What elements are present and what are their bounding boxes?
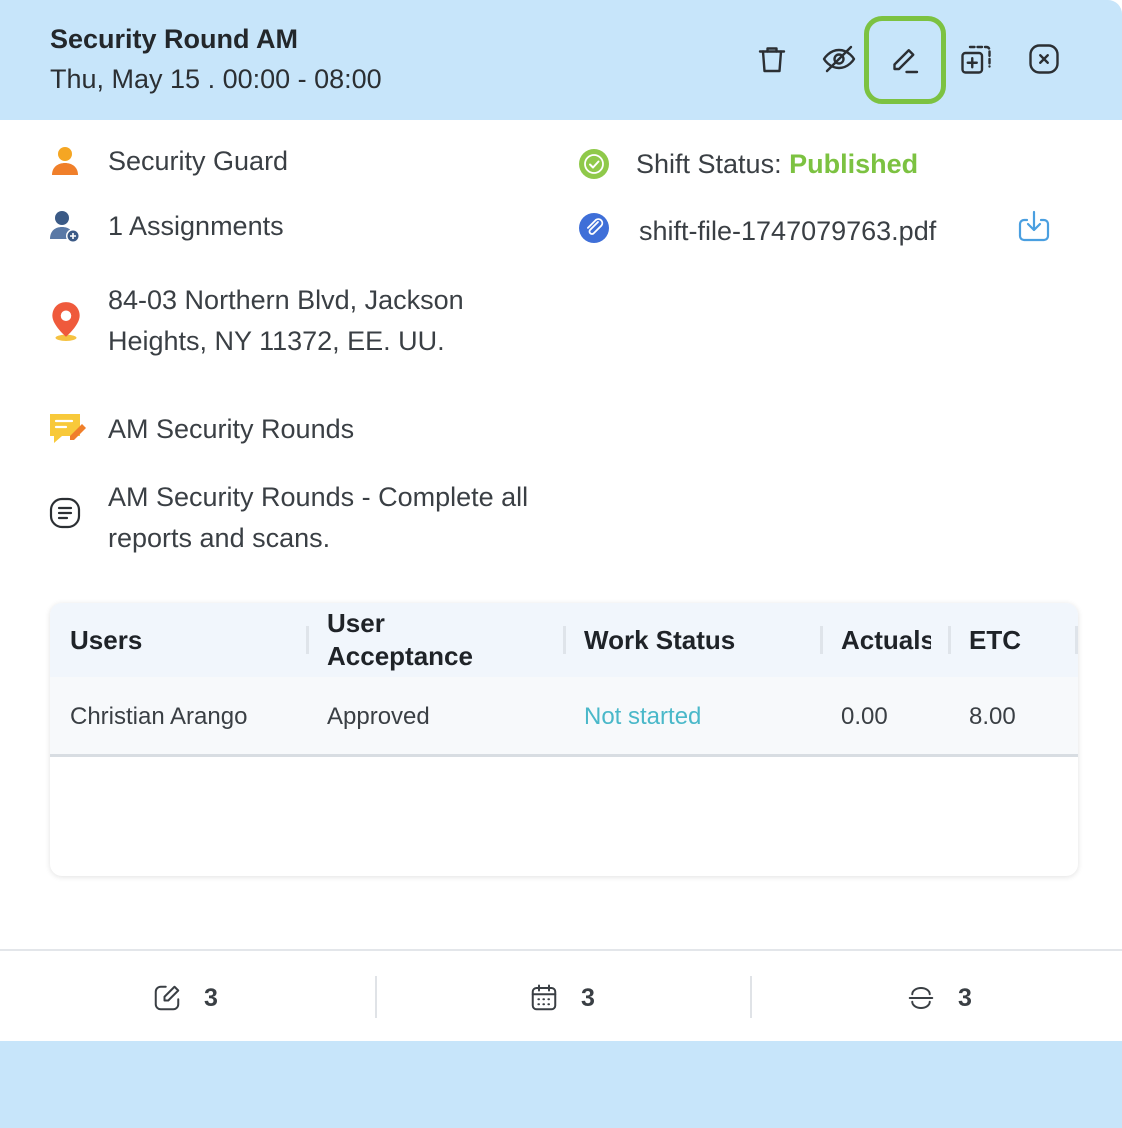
column-divider: [948, 626, 951, 654]
column-divider: [306, 626, 309, 654]
col-user-acceptance-line-1: User: [327, 608, 385, 638]
col-users[interactable]: Users: [70, 603, 142, 677]
add-user-icon: [50, 211, 80, 243]
shift-time-range: Thu, May 15 . 00:00 - 08:00: [50, 64, 382, 94]
table-header: Users User Acceptance Work Status Actual…: [50, 603, 1078, 677]
close-button[interactable]: [1019, 34, 1069, 84]
address-row: 84-03 Northern Blvd, Jackson Heights, NY…: [48, 285, 464, 362]
calendar-stat[interactable]: 3: [529, 978, 595, 1018]
shift-status-value: Published: [789, 149, 919, 179]
download-button[interactable]: [1015, 208, 1053, 246]
shift-title: Security Round AM: [50, 24, 299, 54]
shift-header: Security Round AM Thu, May 15 . 00:00 - …: [0, 0, 1122, 120]
cell-etc: 8.00: [969, 703, 1016, 730]
cell-acceptance: Approved: [327, 703, 430, 730]
assignments-label: 1 Assignments: [108, 211, 284, 241]
note-icon: [50, 414, 86, 443]
document-icon: [49, 497, 81, 529]
strike-count: 3: [958, 983, 972, 1012]
col-user-acceptance-line-2: Acceptance: [327, 641, 473, 671]
strike-stat[interactable]: 3: [906, 978, 972, 1018]
cell-work-status: Not started: [584, 703, 702, 730]
footer-separator: [375, 976, 377, 1018]
footer-separator: [750, 976, 752, 1018]
address-line-1: 84-03 Northern Blvd, Jackson: [108, 285, 464, 315]
shift-status-row: Shift Status: Published: [578, 148, 918, 185]
note-title: AM Security Rounds: [108, 414, 355, 444]
shift-status-label: Shift Status:: [636, 149, 782, 179]
duplicate-button[interactable]: [951, 34, 1001, 84]
calendar-count: 3: [581, 983, 595, 1012]
paperclip-icon: [579, 213, 609, 243]
col-user-acceptance[interactable]: User Acceptance: [327, 603, 473, 677]
edits-stat[interactable]: 3: [152, 978, 218, 1018]
shift-status: Shift Status: Published: [636, 144, 918, 185]
edit-note-icon: [154, 985, 180, 1011]
column-divider: [563, 626, 566, 654]
col-etc[interactable]: ETC: [969, 603, 1021, 677]
edits-count: 3: [204, 983, 218, 1012]
footer-divider: [0, 949, 1122, 951]
strikethrough-icon: [908, 987, 934, 1009]
edit-button[interactable]: [864, 16, 946, 104]
description-line-1: AM Security Rounds - Complete all: [108, 482, 529, 512]
eye-off-icon: [822, 45, 856, 73]
bottom-band: [0, 1041, 1122, 1128]
description-row: AM Security Rounds - Complete all report…: [48, 482, 528, 559]
delete-button[interactable]: [747, 34, 797, 84]
trash-icon: [758, 47, 786, 73]
edit-icon: [893, 49, 919, 74]
column-divider: [1075, 626, 1078, 654]
position-label: Security Guard: [108, 146, 289, 176]
col-actuals[interactable]: Actuals: [841, 603, 931, 677]
location-pin-icon: [52, 302, 80, 341]
hide-button[interactable]: [814, 34, 864, 84]
download-icon: [1018, 210, 1050, 242]
cell-user: Christian Arango: [70, 703, 248, 730]
user-icon: [52, 147, 78, 175]
attachment-filename[interactable]: shift-file-1747079763.pdf: [639, 211, 936, 252]
assignments-row: 1 Assignments: [48, 209, 284, 247]
address-line-2: Heights, NY 11372, EE. UU.: [108, 326, 445, 356]
col-work-status[interactable]: Work Status: [584, 603, 735, 677]
calendar-icon: [531, 984, 557, 1011]
check-circle-icon: [579, 149, 609, 179]
duplicate-icon: [961, 45, 991, 74]
description-line-2: reports and scans.: [108, 523, 331, 553]
position-row: Security Guard: [48, 144, 288, 182]
table-row[interactable]: Christian Arango Approved Not started 0.…: [50, 677, 1078, 757]
attachment-row: shift-file-1747079763.pdf: [578, 212, 936, 252]
note-title-row: AM Security Rounds: [48, 410, 354, 450]
close-icon: [1029, 44, 1059, 74]
assignments-table: Users User Acceptance Work Status Actual…: [50, 603, 1078, 876]
column-divider: [820, 626, 823, 654]
cell-actuals: 0.00: [841, 703, 888, 730]
